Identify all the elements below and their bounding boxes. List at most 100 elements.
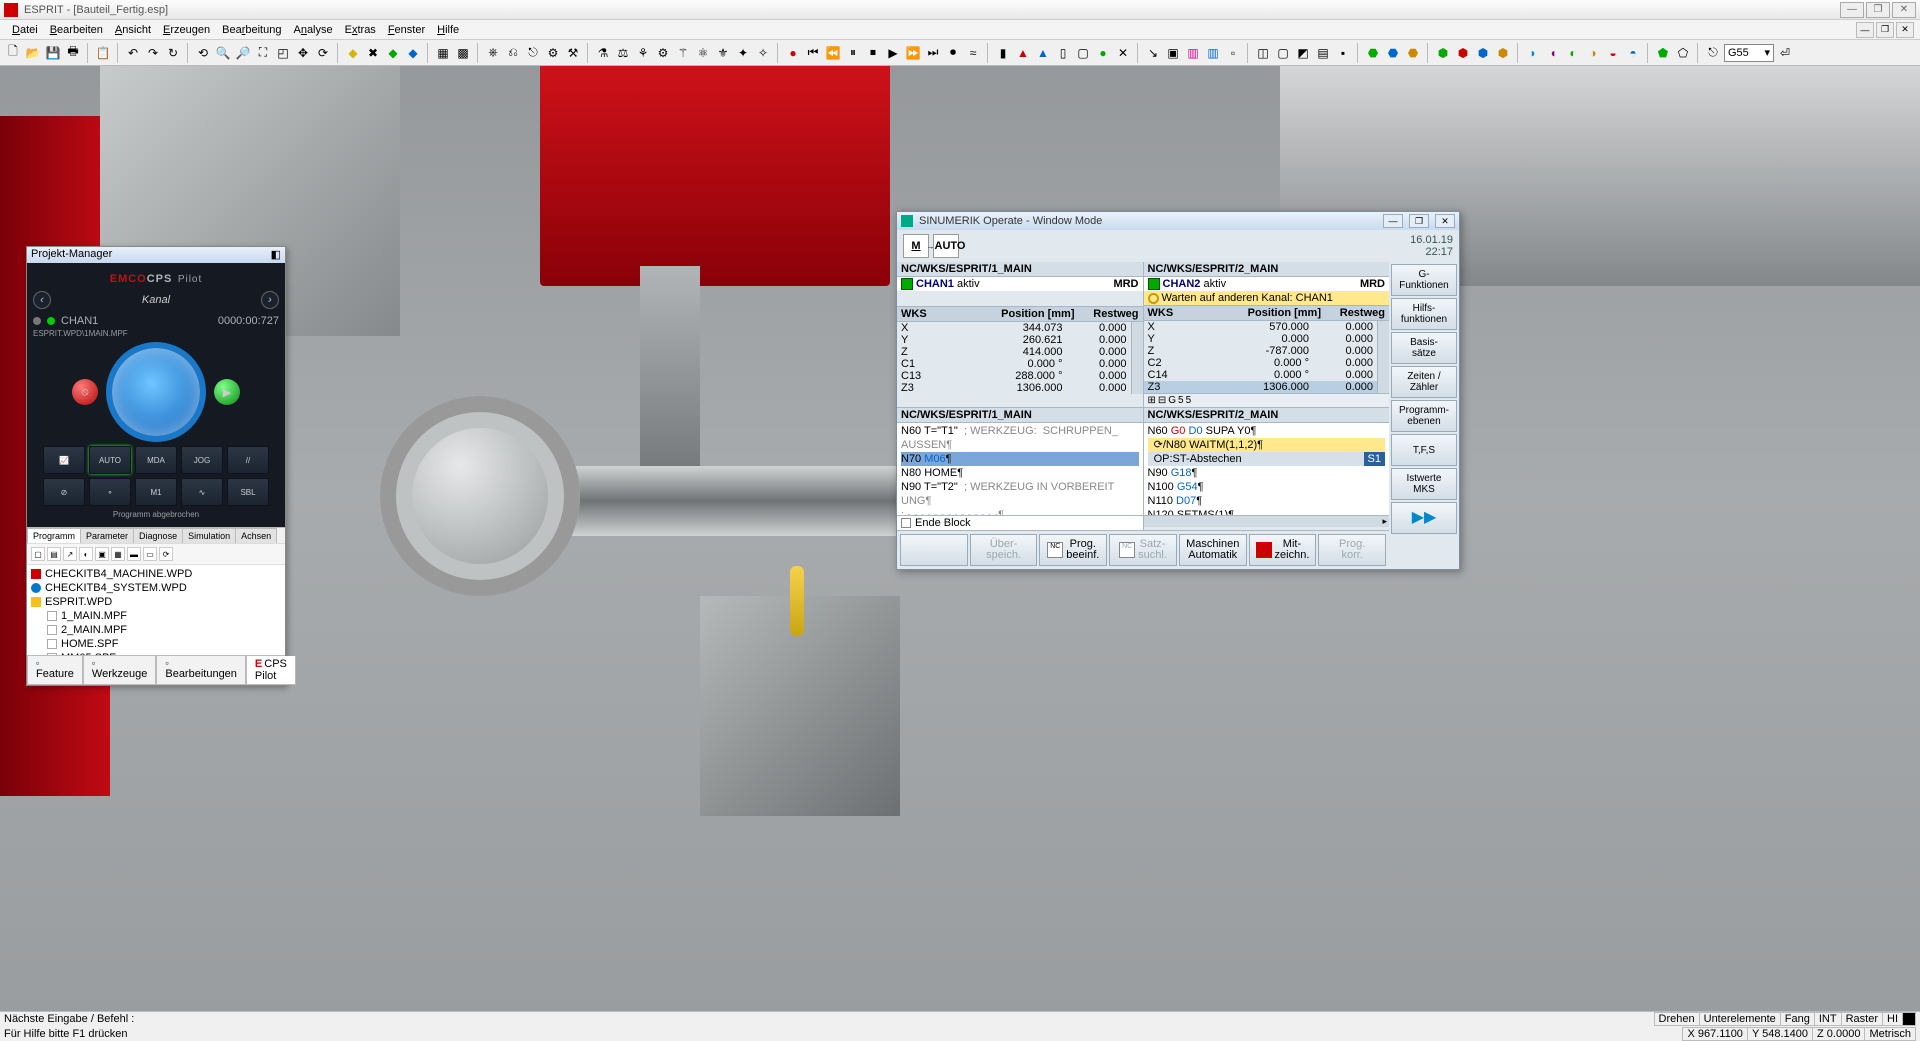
softkey[interactable]: Programm- ebenen (1391, 400, 1457, 432)
sim-play-icon[interactable]: ▶ (884, 44, 902, 62)
mill7-icon[interactable]: ⚜ (714, 44, 732, 62)
s2-icon[interactable]: ▣ (1164, 44, 1182, 62)
sim-rewind-icon[interactable]: ● (784, 44, 802, 62)
shade-icon[interactable]: ▩ (454, 44, 472, 62)
s3-icon[interactable]: ▥ (1184, 44, 1202, 62)
bottom-softkey[interactable]: Maschinen Automatik (1179, 534, 1247, 566)
sim-pause-icon[interactable]: ⏸ (844, 44, 862, 62)
bottom-softkey[interactable]: NCProg. beeinf. (1039, 534, 1107, 566)
layer-del-icon[interactable]: ✖ (364, 44, 382, 62)
print-icon[interactable]: 🖶 (64, 44, 82, 62)
pm-tab-simulation[interactable]: Simulation (182, 528, 236, 543)
op1-icon[interactable]: ⎈ (484, 44, 502, 62)
pan-icon[interactable]: ✥ (294, 44, 312, 62)
undo-icon[interactable]: ↶ (124, 44, 142, 62)
op3-icon[interactable]: ⎋ (524, 44, 542, 62)
menu-erzeugen[interactable]: Erzeugen (157, 22, 216, 38)
mill8-icon[interactable]: ✦ (734, 44, 752, 62)
pm-jog-wheel[interactable] (112, 348, 200, 436)
t1-icon[interactable]: ▮ (994, 44, 1012, 62)
mdi-minimize-button[interactable]: — (1856, 22, 1874, 38)
pm-tab-parameter[interactable]: Parameter (80, 528, 134, 543)
sn-ch2-scrollbar[interactable] (1377, 321, 1389, 393)
pm-btab-cpspilot[interactable]: ECPS Pilot (246, 656, 296, 685)
wcs-combo[interactable]: G55▾ (1724, 44, 1774, 62)
tree-item[interactable]: CHECKITB4_SYSTEM.WPD (31, 581, 281, 595)
s1-icon[interactable]: ↘ (1144, 44, 1162, 62)
menu-ansicht[interactable]: Ansicht (109, 22, 157, 38)
pm-btab-werkzeuge[interactable]: ▫ Werkzeuge (83, 656, 156, 685)
mill3-icon[interactable]: ⚘ (634, 44, 652, 62)
op5-icon[interactable]: ⚒ (564, 44, 582, 62)
pm-btab-bearb[interactable]: ▫ Bearbeitungen (156, 656, 246, 685)
sn-ch1-nc[interactable]: N60 T="T1" ; WERKZEUG: SCHRUPPEN_AUSSEN¶… (897, 423, 1143, 515)
t6-icon[interactable]: ● (1094, 44, 1112, 62)
softkey-play[interactable]: ▶▶ (1391, 502, 1457, 534)
wcs-apply-icon[interactable]: ⏎ (1776, 44, 1794, 62)
status-int[interactable]: INT (1814, 1012, 1842, 1026)
mill6-icon[interactable]: ⚛ (694, 44, 712, 62)
menu-bearbeiten[interactable]: Bearbeiten (44, 22, 109, 38)
sim-last-icon[interactable]: ⏭ (924, 44, 942, 62)
pm-btn-sbl[interactable]: SBL (227, 478, 269, 506)
sim-next-icon[interactable]: ⏩ (904, 44, 922, 62)
v1-icon[interactable]: ◫ (1254, 44, 1272, 62)
pm-tab-diagnose[interactable]: Diagnose (133, 528, 183, 543)
zoom-out-icon[interactable]: 🔎 (234, 44, 252, 62)
mdi-restore-button[interactable]: ❐ (1876, 22, 1894, 38)
new-icon[interactable]: 🗋 (4, 44, 22, 62)
s5-icon[interactable]: ▫ (1224, 44, 1242, 62)
v3-icon[interactable]: ◩ (1294, 44, 1312, 62)
pm-mt2[interactable]: ▤ (47, 547, 61, 561)
pm-tab-programm[interactable]: Programm (27, 528, 81, 543)
softkey[interactable]: G- Funktionen (1391, 264, 1457, 296)
softkey[interactable]: Zeiten / Zähler (1391, 366, 1457, 398)
sn-end-block[interactable]: Ende Block (897, 515, 1143, 530)
sim-loop-icon[interactable]: ⏺ (944, 44, 962, 62)
iso-icon[interactable]: ⬠ (1674, 44, 1692, 62)
wire-icon[interactable]: ▦ (434, 44, 452, 62)
pm-mt8[interactable]: ▭ (143, 547, 157, 561)
bottom-softkey[interactable]: Mit- zeichn. (1249, 534, 1317, 566)
op2-icon[interactable]: ⎌ (504, 44, 522, 62)
rotate-icon[interactable]: ⟳ (314, 44, 332, 62)
pm-mt3[interactable]: ↗ (63, 547, 77, 561)
c1-icon[interactable]: ⬣ (1364, 44, 1382, 62)
sim-prev-icon[interactable]: ⏪ (824, 44, 842, 62)
pm-mode-jog[interactable]: JOG (181, 446, 223, 474)
sn-ch2-hscroll[interactable]: ▸ (1144, 515, 1390, 527)
open-icon[interactable]: 📂 (24, 44, 42, 62)
pm-btn-m1[interactable]: M1 (135, 478, 177, 506)
layer-g-icon[interactable]: ◆ (384, 44, 402, 62)
checkbox-icon[interactable] (901, 518, 911, 528)
mill1-icon[interactable]: ⚗ (594, 44, 612, 62)
c4-icon[interactable]: ⬢ (1434, 44, 1452, 62)
menu-analyse[interactable]: Analyse (287, 22, 338, 38)
pm-start-button[interactable]: ▶ (214, 379, 240, 405)
menu-bearbeitung[interactable]: Bearbeitung (216, 22, 287, 38)
mill9-icon[interactable]: ✧ (754, 44, 772, 62)
status-fang[interactable]: Fang (1780, 1012, 1815, 1026)
pm-kanal-prev[interactable]: ‹ (33, 291, 51, 309)
sinumerik-window[interactable]: SINUMERIK Operate - Window Mode — ❐ ✕ M … (896, 211, 1460, 570)
pm-mode-mda[interactable]: MDA (135, 446, 177, 474)
tree-item[interactable]: 2_MAIN.MPF (31, 623, 281, 637)
sn-ch2-nc[interactable]: N60 G0 D0 SUPA Y0¶ ⟳/N80 WAITM(1,1,2)¶ O… (1144, 423, 1390, 515)
sim-stop-icon[interactable]: ⏹ (864, 44, 882, 62)
tree-item[interactable]: CHECKITB4_MACHINE.WPD (31, 567, 281, 581)
menu-hilfe[interactable]: Hilfe (431, 22, 465, 38)
menu-datei[interactable]: Datei (6, 22, 44, 38)
status-unterelemente[interactable]: Unterelemente (1699, 1012, 1781, 1026)
p1-icon[interactable]: ◗ (1524, 44, 1542, 62)
copy-icon[interactable]: 📋 (94, 44, 112, 62)
softkey[interactable]: Basis- sätze (1391, 332, 1457, 364)
tree-item[interactable]: ESPRIT.WPD (31, 595, 281, 609)
sn-titlebar[interactable]: SINUMERIK Operate - Window Mode — ❐ ✕ (897, 212, 1459, 230)
t5-icon[interactable]: ▢ (1074, 44, 1092, 62)
save-icon[interactable]: 💾 (44, 44, 62, 62)
c2-icon[interactable]: ⬣ (1384, 44, 1402, 62)
t2-icon[interactable]: ▲ (1014, 44, 1032, 62)
wcs-icon[interactable]: ⎋ (1704, 44, 1722, 62)
pm-mt4[interactable]: ◐ (79, 547, 93, 561)
layer-b-icon[interactable]: ◆ (404, 44, 422, 62)
